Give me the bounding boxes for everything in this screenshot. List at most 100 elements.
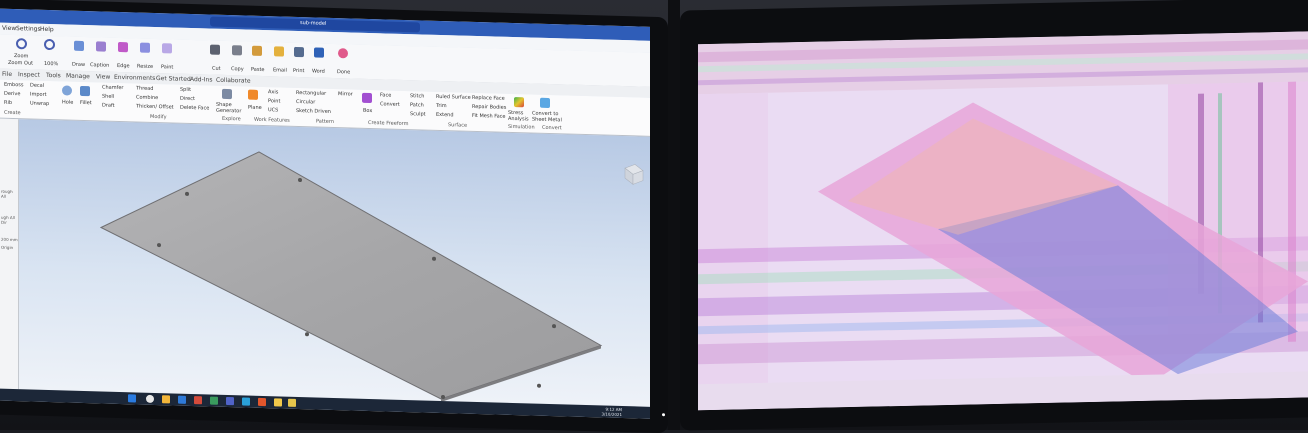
btn-import[interactable]: Import bbox=[30, 92, 47, 98]
plane-icon[interactable] bbox=[248, 89, 258, 100]
btn-chamfer[interactable]: Chamfer bbox=[102, 85, 124, 92]
qat-caption[interactable]: Caption bbox=[90, 62, 109, 69]
paste-icon[interactable] bbox=[252, 45, 262, 56]
taskbar-app-icon[interactable] bbox=[288, 398, 296, 407]
btn-ruled-surface[interactable]: Ruled Surface bbox=[436, 94, 471, 101]
btn-rectangular[interactable]: Rectangular bbox=[296, 90, 326, 97]
qat-email[interactable]: Email bbox=[273, 67, 287, 73]
zoom-out-icon[interactable] bbox=[44, 38, 55, 51]
tab-view[interactable]: View bbox=[96, 73, 110, 80]
graphics-viewport[interactable] bbox=[19, 119, 650, 407]
btn-point[interactable]: Point bbox=[268, 98, 280, 104]
btn-unwrap[interactable]: Unwrap bbox=[30, 101, 49, 108]
sheet-metal-plate[interactable] bbox=[99, 147, 603, 403]
word-icon[interactable] bbox=[314, 47, 324, 58]
shape-generator-icon[interactable] bbox=[222, 88, 232, 100]
btn-mirror[interactable]: Mirror bbox=[338, 91, 353, 97]
taskbar-app-icon[interactable] bbox=[226, 396, 234, 406]
btn-direct[interactable]: Direct bbox=[180, 96, 195, 102]
convert-sheet-metal-icon[interactable] bbox=[540, 97, 550, 109]
system-clock[interactable]: 9:12 AM 3/10/2021 bbox=[601, 406, 622, 417]
btn-decal[interactable]: Decal bbox=[30, 83, 44, 89]
taskbar-app-icon[interactable] bbox=[210, 396, 218, 405]
browser-line[interactable]: 200 mm bbox=[1, 237, 18, 242]
tab-collaborate[interactable]: Collaborate bbox=[216, 77, 251, 85]
btn-fit-mesh-face[interactable]: Fit Mesh Face bbox=[472, 113, 506, 120]
btn-rib[interactable]: Rib bbox=[4, 100, 12, 106]
print-icon[interactable] bbox=[294, 46, 304, 58]
btn-hole[interactable]: Hole bbox=[62, 99, 73, 105]
taskbar-app-icon[interactable] bbox=[194, 396, 202, 405]
btn-repair-bodies[interactable]: Repair Bodies bbox=[472, 104, 506, 111]
zoom-icon[interactable] bbox=[16, 38, 27, 50]
taskbar-app-icon[interactable] bbox=[274, 398, 282, 407]
tab-manage[interactable]: Manage bbox=[66, 73, 90, 81]
paint-icon[interactable] bbox=[162, 43, 172, 54]
menu-help[interactable]: Help bbox=[40, 26, 54, 33]
browser-line[interactable]: rough All bbox=[1, 189, 18, 199]
browser-line[interactable]: Origin bbox=[1, 245, 13, 250]
caption-icon[interactable] bbox=[96, 41, 106, 52]
btn-stress-analysis[interactable]: Stress Analysis bbox=[508, 110, 534, 123]
btn-face[interactable]: Face bbox=[380, 92, 391, 98]
qat-zoom[interactable]: Zoom bbox=[14, 53, 28, 59]
btn-emboss[interactable]: Emboss bbox=[4, 82, 23, 89]
browser-line[interactable]: ugh All Dir bbox=[1, 215, 18, 225]
fillet-icon[interactable] bbox=[80, 85, 90, 97]
btn-trim[interactable]: Trim bbox=[436, 103, 447, 109]
qat-zoom-out[interactable]: Zoom Out bbox=[8, 60, 33, 67]
btn-combine[interactable]: Combine bbox=[136, 94, 158, 101]
btn-shell[interactable]: Shell bbox=[102, 94, 114, 100]
done-icon[interactable] bbox=[338, 48, 348, 59]
btn-convert[interactable]: Convert bbox=[380, 101, 400, 108]
btn-sculpt[interactable]: Sculpt bbox=[410, 111, 426, 117]
taskbar-app-icon[interactable] bbox=[242, 397, 250, 406]
edge-icon[interactable] bbox=[118, 41, 128, 53]
resize-icon[interactable] bbox=[140, 42, 150, 53]
btn-thread[interactable]: Thread bbox=[136, 85, 153, 91]
cut-icon[interactable] bbox=[210, 44, 220, 55]
btn-replace-face[interactable]: Replace Face bbox=[472, 95, 505, 102]
view-cube-icon[interactable] bbox=[624, 164, 644, 185]
btn-shape-generator[interactable]: Shape Generator bbox=[216, 102, 242, 115]
btn-extend[interactable]: Extend bbox=[436, 112, 454, 118]
qat-paste[interactable]: Paste bbox=[251, 67, 265, 73]
btn-patch[interactable]: Patch bbox=[410, 102, 424, 108]
tab-inspect[interactable]: Inspect bbox=[18, 71, 40, 79]
tab-file[interactable]: File bbox=[2, 71, 12, 78]
btn-plane[interactable]: Plane bbox=[248, 105, 262, 111]
tab-tools[interactable]: Tools bbox=[46, 72, 61, 79]
btn-thicken[interactable]: Thicken/ Offset bbox=[136, 103, 174, 110]
menu-view[interactable]: View bbox=[2, 25, 16, 32]
taskbar-app-icon[interactable] bbox=[178, 395, 186, 404]
viewport-canvas[interactable] bbox=[19, 119, 650, 407]
btn-axis[interactable]: Axis bbox=[268, 89, 278, 95]
draw-icon[interactable] bbox=[74, 40, 84, 52]
btn-box[interactable]: Box bbox=[363, 108, 372, 114]
btn-draft[interactable]: Draft bbox=[102, 103, 115, 109]
taskbar-app-icon[interactable] bbox=[162, 395, 170, 404]
taskbar-app-icon[interactable] bbox=[146, 394, 154, 403]
btn-delete-face[interactable]: Delete Face bbox=[180, 105, 209, 112]
btn-sketch-driven[interactable]: Sketch Driven bbox=[296, 108, 331, 115]
start-icon[interactable] bbox=[128, 394, 136, 403]
btn-split[interactable]: Split bbox=[180, 87, 191, 93]
qat-cut[interactable]: Cut bbox=[212, 66, 221, 72]
box-icon[interactable] bbox=[362, 92, 372, 104]
btn-stitch[interactable]: Stitch bbox=[410, 93, 424, 99]
hole-icon[interactable] bbox=[62, 85, 72, 96]
menu-settings[interactable]: Settings bbox=[16, 25, 41, 33]
qat-done[interactable]: Done bbox=[337, 69, 350, 75]
btn-fillet[interactable]: Fillet bbox=[80, 100, 92, 106]
qat-copy[interactable]: Copy bbox=[231, 66, 244, 72]
qat-100[interactable]: 100% bbox=[44, 61, 58, 67]
btn-circular[interactable]: Circular bbox=[296, 99, 315, 106]
tab-environments[interactable]: Environments bbox=[114, 74, 155, 82]
qat-word[interactable]: Word bbox=[312, 68, 325, 74]
qat-draw[interactable]: Draw bbox=[72, 62, 85, 68]
qat-edge[interactable]: Edge bbox=[117, 63, 130, 69]
taskbar-app-icon[interactable] bbox=[258, 397, 266, 407]
tab-add-ins[interactable]: Add-Ins bbox=[190, 76, 212, 84]
stress-analysis-icon[interactable] bbox=[514, 97, 524, 108]
qat-print[interactable]: Print bbox=[293, 68, 305, 74]
